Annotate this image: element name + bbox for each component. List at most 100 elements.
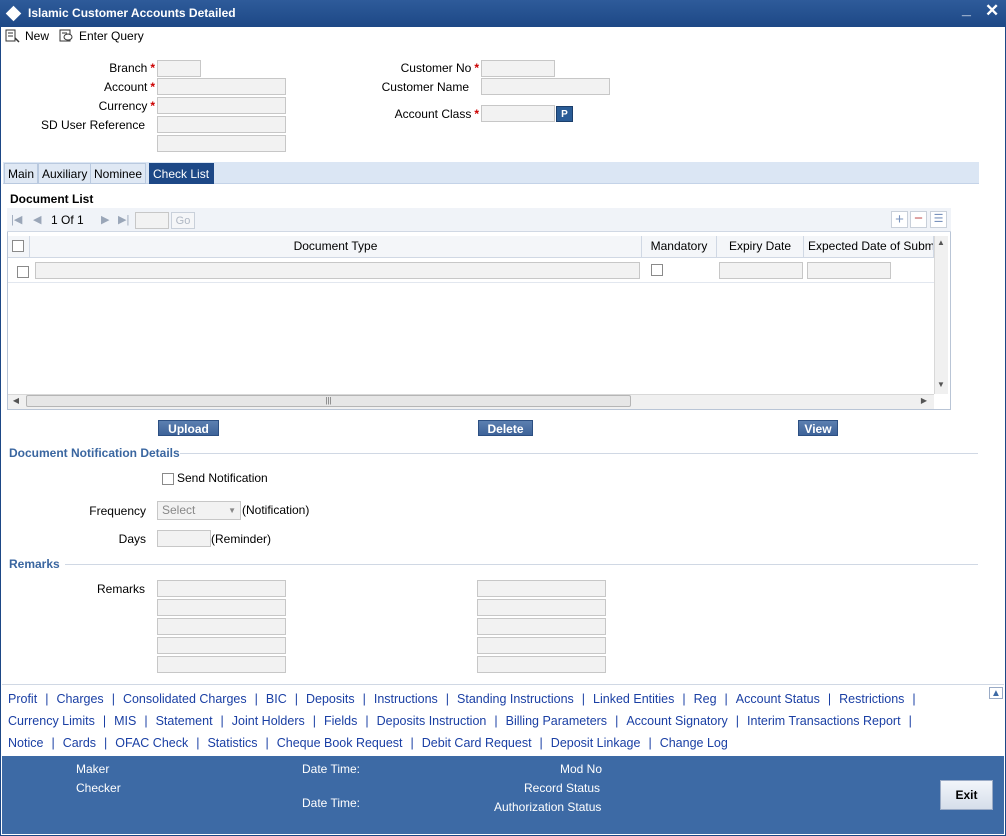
link-deposits-instruction[interactable]: Deposits Instruction: [377, 714, 487, 728]
title-bar: Islamic Customer Accounts Detailed _ ✕: [0, 0, 1006, 27]
account-input[interactable]: [157, 78, 286, 95]
link-notice[interactable]: Notice: [8, 736, 43, 750]
frequency-label: Frequency: [89, 504, 146, 518]
expiry-date-input[interactable]: [719, 262, 803, 279]
link-billing-parameters[interactable]: Billing Parameters: [506, 714, 607, 728]
days-input[interactable]: [157, 530, 211, 547]
remarks-input-6[interactable]: [477, 580, 606, 597]
account-class-input[interactable]: [481, 105, 555, 122]
document-type-input[interactable]: [35, 262, 640, 279]
remarks-input-3[interactable]: [157, 618, 286, 635]
link-statement[interactable]: Statement: [156, 714, 213, 728]
remarks-input-9[interactable]: [477, 637, 606, 654]
page-number-input[interactable]: [135, 212, 169, 229]
minimize-icon[interactable]: _: [962, 1, 971, 19]
expected-date-input[interactable]: [807, 262, 891, 279]
link-separator: |: [104, 736, 108, 750]
scroll-down-icon[interactable]: ▼: [935, 379, 947, 391]
tab-auxiliary[interactable]: Auxiliary: [38, 163, 92, 184]
enter-query-button[interactable]: Enter Query: [59, 27, 144, 45]
link-deposits[interactable]: Deposits: [306, 692, 355, 706]
link-debit-card-request[interactable]: Debit Card Request: [422, 736, 532, 750]
remarks-input-2[interactable]: [157, 599, 286, 616]
link-cheque-book-request[interactable]: Cheque Book Request: [277, 736, 403, 750]
currency-input[interactable]: [157, 97, 286, 114]
next-page-icon[interactable]: ▶: [101, 213, 109, 226]
link-linked-entities[interactable]: Linked Entities: [593, 692, 674, 706]
link-cards[interactable]: Cards: [63, 736, 96, 750]
new-button[interactable]: New: [5, 27, 49, 45]
authorization-status-label: Authorization Status: [494, 800, 602, 814]
vertical-scrollbar[interactable]: [934, 236, 948, 394]
remarks-input-1[interactable]: [157, 580, 286, 597]
view-button[interactable]: View: [798, 420, 838, 436]
link-ofac-check[interactable]: OFAC Check: [115, 736, 188, 750]
link-separator: |: [265, 736, 269, 750]
required-marker: *: [474, 61, 479, 75]
link-consolidated-charges[interactable]: Consolidated Charges: [123, 692, 247, 706]
link-account-status[interactable]: Account Status: [736, 692, 820, 706]
remarks-input-8[interactable]: [477, 618, 606, 635]
horizontal-scroll-thumb[interactable]: |||: [26, 395, 631, 407]
remarks-input-7[interactable]: [477, 599, 606, 616]
link-deposit-linkage[interactable]: Deposit Linkage: [551, 736, 641, 750]
tab-nominee[interactable]: Nominee: [90, 163, 147, 184]
link-instructions[interactable]: Instructions: [374, 692, 438, 706]
link-separator: |: [615, 714, 619, 728]
first-page-icon[interactable]: |◀: [11, 213, 22, 226]
row-select-checkbox[interactable]: [17, 266, 29, 278]
link-account-signatory[interactable]: Account Signatory: [626, 714, 727, 728]
branch-input[interactable]: [157, 60, 201, 77]
column-expected-date: Expected Date of Subm: [804, 236, 934, 258]
exit-button[interactable]: Exit: [940, 780, 993, 810]
upload-button[interactable]: Upload: [158, 420, 219, 436]
sd-user-reference-input-2[interactable]: [157, 135, 286, 152]
remarks-input-4[interactable]: [157, 637, 286, 654]
link-charges[interactable]: Charges: [56, 692, 103, 706]
last-page-icon[interactable]: ▶|: [118, 213, 129, 226]
link-mis[interactable]: MIS: [114, 714, 136, 728]
link-separator: |: [445, 692, 450, 706]
customer-no-input[interactable]: [481, 60, 555, 77]
account-class-lov-button[interactable]: P: [556, 106, 573, 122]
add-row-icon[interactable]: +: [891, 211, 908, 228]
scroll-up-icon[interactable]: ▲: [935, 237, 947, 249]
link-statistics[interactable]: Statistics: [207, 736, 257, 750]
tab-check-list[interactable]: Check List: [149, 163, 214, 184]
frequency-select[interactable]: Select ▼: [157, 501, 241, 520]
remarks-input-10[interactable]: [477, 656, 606, 673]
link-change-log[interactable]: Change Log: [660, 736, 728, 750]
tab-main[interactable]: Main: [4, 163, 39, 184]
link-separator: |: [410, 736, 414, 750]
previous-page-icon[interactable]: ◀: [33, 213, 41, 226]
link-standing-instructions[interactable]: Standing Instructions: [457, 692, 574, 706]
scroll-right-icon[interactable]: ▶: [918, 395, 930, 407]
delete-row-icon[interactable]: −: [910, 211, 927, 228]
select-all-checkbox[interactable]: [12, 240, 24, 252]
send-notification-checkbox[interactable]: [162, 473, 174, 485]
scroll-left-icon[interactable]: ◀: [10, 395, 22, 407]
link-interim-transactions-report[interactable]: Interim Transactions Report: [747, 714, 901, 728]
customer-no-label: Customer No *: [400, 61, 479, 75]
link-restrictions[interactable]: Restrictions: [839, 692, 904, 706]
sd-user-reference-input-1[interactable]: [157, 116, 286, 133]
link-reg[interactable]: Reg: [694, 692, 717, 706]
link-fields[interactable]: Fields: [324, 714, 357, 728]
go-button[interactable]: Go: [171, 212, 195, 229]
link-joint-holders[interactable]: Joint Holders: [232, 714, 305, 728]
account-label: Account *: [103, 80, 155, 94]
customer-name-input[interactable]: [481, 78, 610, 95]
remarks-input-5[interactable]: [157, 656, 286, 673]
collapse-links-icon[interactable]: ▲: [989, 687, 1003, 699]
mandatory-checkbox[interactable]: [651, 264, 663, 276]
link-currency-limits[interactable]: Currency Limits: [8, 714, 95, 728]
single-view-icon[interactable]: ☰: [930, 211, 947, 228]
section-divider: [65, 564, 978, 565]
column-mandatory: Mandatory: [642, 236, 717, 258]
close-icon[interactable]: ✕: [985, 1, 999, 21]
link-separator: |: [51, 736, 55, 750]
audit-footer: [2, 756, 1004, 834]
delete-button[interactable]: Delete: [478, 420, 533, 436]
link-bic[interactable]: BIC: [266, 692, 287, 706]
link-profit[interactable]: Profit: [8, 692, 37, 706]
